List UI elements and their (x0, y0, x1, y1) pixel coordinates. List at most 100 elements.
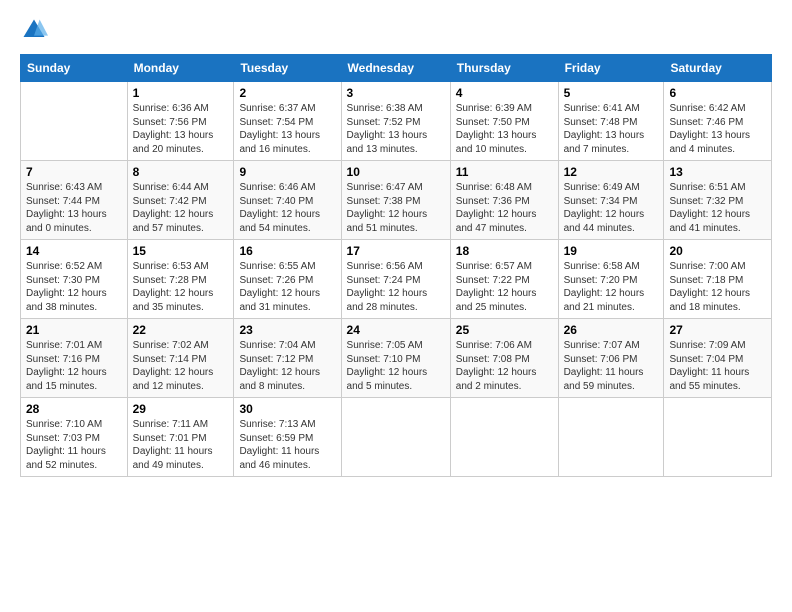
calendar-cell: 21 Sunrise: 7:01 AMSunset: 7:16 PMDaylig… (21, 319, 128, 398)
day-info: Sunrise: 6:42 AMSunset: 7:46 PMDaylight:… (669, 102, 766, 156)
calendar-cell: 13 Sunrise: 6:51 AMSunset: 7:32 PMDaylig… (664, 161, 772, 240)
day-number: 6 (669, 86, 766, 100)
day-info: Sunrise: 6:55 AMSunset: 7:26 PMDaylight:… (239, 260, 335, 314)
calendar-cell: 23 Sunrise: 7:04 AMSunset: 7:12 PMDaylig… (234, 319, 341, 398)
week-row-4: 21 Sunrise: 7:01 AMSunset: 7:16 PMDaylig… (21, 319, 772, 398)
day-info: Sunrise: 6:53 AMSunset: 7:28 PMDaylight:… (133, 260, 229, 314)
day-info: Sunrise: 6:47 AMSunset: 7:38 PMDaylight:… (347, 181, 445, 235)
header-day-thursday: Thursday (450, 55, 558, 82)
calendar-cell: 3 Sunrise: 6:38 AMSunset: 7:52 PMDayligh… (341, 82, 450, 161)
header-day-wednesday: Wednesday (341, 55, 450, 82)
day-info: Sunrise: 6:48 AMSunset: 7:36 PMDaylight:… (456, 181, 553, 235)
day-info: Sunrise: 7:01 AMSunset: 7:16 PMDaylight:… (26, 339, 122, 393)
day-number: 12 (564, 165, 659, 179)
calendar-cell (450, 398, 558, 477)
day-number: 30 (239, 402, 335, 416)
day-info: Sunrise: 6:36 AMSunset: 7:56 PMDaylight:… (133, 102, 229, 156)
calendar-cell: 2 Sunrise: 6:37 AMSunset: 7:54 PMDayligh… (234, 82, 341, 161)
day-info: Sunrise: 6:57 AMSunset: 7:22 PMDaylight:… (456, 260, 553, 314)
header-day-monday: Monday (127, 55, 234, 82)
day-number: 20 (669, 244, 766, 258)
calendar-cell (21, 82, 128, 161)
week-row-1: 1 Sunrise: 6:36 AMSunset: 7:56 PMDayligh… (21, 82, 772, 161)
day-number: 14 (26, 244, 122, 258)
day-number: 8 (133, 165, 229, 179)
day-number: 24 (347, 323, 445, 337)
calendar-cell: 27 Sunrise: 7:09 AMSunset: 7:04 PMDaylig… (664, 319, 772, 398)
day-info: Sunrise: 7:10 AMSunset: 7:03 PMDaylight:… (26, 418, 122, 472)
day-number: 3 (347, 86, 445, 100)
day-info: Sunrise: 7:09 AMSunset: 7:04 PMDaylight:… (669, 339, 766, 393)
week-row-2: 7 Sunrise: 6:43 AMSunset: 7:44 PMDayligh… (21, 161, 772, 240)
week-row-3: 14 Sunrise: 6:52 AMSunset: 7:30 PMDaylig… (21, 240, 772, 319)
day-info: Sunrise: 6:46 AMSunset: 7:40 PMDaylight:… (239, 181, 335, 235)
day-info: Sunrise: 6:49 AMSunset: 7:34 PMDaylight:… (564, 181, 659, 235)
day-number: 19 (564, 244, 659, 258)
header-day-friday: Friday (558, 55, 664, 82)
day-number: 11 (456, 165, 553, 179)
logo-icon (20, 16, 48, 44)
calendar-cell: 6 Sunrise: 6:42 AMSunset: 7:46 PMDayligh… (664, 82, 772, 161)
day-info: Sunrise: 6:44 AMSunset: 7:42 PMDaylight:… (133, 181, 229, 235)
calendar-cell: 17 Sunrise: 6:56 AMSunset: 7:24 PMDaylig… (341, 240, 450, 319)
day-info: Sunrise: 7:13 AMSunset: 6:59 PMDaylight:… (239, 418, 335, 472)
calendar-cell: 26 Sunrise: 7:07 AMSunset: 7:06 PMDaylig… (558, 319, 664, 398)
day-number: 21 (26, 323, 122, 337)
calendar-cell: 7 Sunrise: 6:43 AMSunset: 7:44 PMDayligh… (21, 161, 128, 240)
day-number: 28 (26, 402, 122, 416)
calendar-cell: 28 Sunrise: 7:10 AMSunset: 7:03 PMDaylig… (21, 398, 128, 477)
day-info: Sunrise: 7:07 AMSunset: 7:06 PMDaylight:… (564, 339, 659, 393)
header-row: SundayMondayTuesdayWednesdayThursdayFrid… (21, 55, 772, 82)
day-info: Sunrise: 7:00 AMSunset: 7:18 PMDaylight:… (669, 260, 766, 314)
calendar-cell (558, 398, 664, 477)
header-day-saturday: Saturday (664, 55, 772, 82)
calendar-cell: 11 Sunrise: 6:48 AMSunset: 7:36 PMDaylig… (450, 161, 558, 240)
calendar-cell: 22 Sunrise: 7:02 AMSunset: 7:14 PMDaylig… (127, 319, 234, 398)
day-info: Sunrise: 6:58 AMSunset: 7:20 PMDaylight:… (564, 260, 659, 314)
calendar-cell: 14 Sunrise: 6:52 AMSunset: 7:30 PMDaylig… (21, 240, 128, 319)
day-number: 23 (239, 323, 335, 337)
calendar-cell: 4 Sunrise: 6:39 AMSunset: 7:50 PMDayligh… (450, 82, 558, 161)
logo (20, 16, 52, 44)
day-info: Sunrise: 6:38 AMSunset: 7:52 PMDaylight:… (347, 102, 445, 156)
calendar-cell: 19 Sunrise: 6:58 AMSunset: 7:20 PMDaylig… (558, 240, 664, 319)
calendar-cell: 15 Sunrise: 6:53 AMSunset: 7:28 PMDaylig… (127, 240, 234, 319)
calendar-cell: 10 Sunrise: 6:47 AMSunset: 7:38 PMDaylig… (341, 161, 450, 240)
calendar-cell: 9 Sunrise: 6:46 AMSunset: 7:40 PMDayligh… (234, 161, 341, 240)
calendar-cell: 8 Sunrise: 6:44 AMSunset: 7:42 PMDayligh… (127, 161, 234, 240)
day-info: Sunrise: 7:05 AMSunset: 7:10 PMDaylight:… (347, 339, 445, 393)
calendar-cell: 30 Sunrise: 7:13 AMSunset: 6:59 PMDaylig… (234, 398, 341, 477)
calendar-cell: 1 Sunrise: 6:36 AMSunset: 7:56 PMDayligh… (127, 82, 234, 161)
day-number: 4 (456, 86, 553, 100)
day-info: Sunrise: 6:41 AMSunset: 7:48 PMDaylight:… (564, 102, 659, 156)
header-day-tuesday: Tuesday (234, 55, 341, 82)
calendar-cell: 16 Sunrise: 6:55 AMSunset: 7:26 PMDaylig… (234, 240, 341, 319)
day-info: Sunrise: 6:51 AMSunset: 7:32 PMDaylight:… (669, 181, 766, 235)
page: SundayMondayTuesdayWednesdayThursdayFrid… (0, 0, 792, 612)
day-info: Sunrise: 7:06 AMSunset: 7:08 PMDaylight:… (456, 339, 553, 393)
calendar-cell: 20 Sunrise: 7:00 AMSunset: 7:18 PMDaylig… (664, 240, 772, 319)
day-number: 5 (564, 86, 659, 100)
day-number: 27 (669, 323, 766, 337)
day-number: 9 (239, 165, 335, 179)
calendar-cell: 29 Sunrise: 7:11 AMSunset: 7:01 PMDaylig… (127, 398, 234, 477)
calendar-cell (664, 398, 772, 477)
day-number: 2 (239, 86, 335, 100)
calendar-cell (341, 398, 450, 477)
calendar-cell: 18 Sunrise: 6:57 AMSunset: 7:22 PMDaylig… (450, 240, 558, 319)
day-info: Sunrise: 6:43 AMSunset: 7:44 PMDaylight:… (26, 181, 122, 235)
day-number: 15 (133, 244, 229, 258)
day-info: Sunrise: 6:37 AMSunset: 7:54 PMDaylight:… (239, 102, 335, 156)
day-info: Sunrise: 6:56 AMSunset: 7:24 PMDaylight:… (347, 260, 445, 314)
week-row-5: 28 Sunrise: 7:10 AMSunset: 7:03 PMDaylig… (21, 398, 772, 477)
day-number: 1 (133, 86, 229, 100)
calendar-cell: 12 Sunrise: 6:49 AMSunset: 7:34 PMDaylig… (558, 161, 664, 240)
calendar-cell: 25 Sunrise: 7:06 AMSunset: 7:08 PMDaylig… (450, 319, 558, 398)
header-day-sunday: Sunday (21, 55, 128, 82)
day-number: 29 (133, 402, 229, 416)
day-number: 10 (347, 165, 445, 179)
day-number: 18 (456, 244, 553, 258)
calendar-cell: 24 Sunrise: 7:05 AMSunset: 7:10 PMDaylig… (341, 319, 450, 398)
day-info: Sunrise: 7:11 AMSunset: 7:01 PMDaylight:… (133, 418, 229, 472)
day-info: Sunrise: 6:52 AMSunset: 7:30 PMDaylight:… (26, 260, 122, 314)
